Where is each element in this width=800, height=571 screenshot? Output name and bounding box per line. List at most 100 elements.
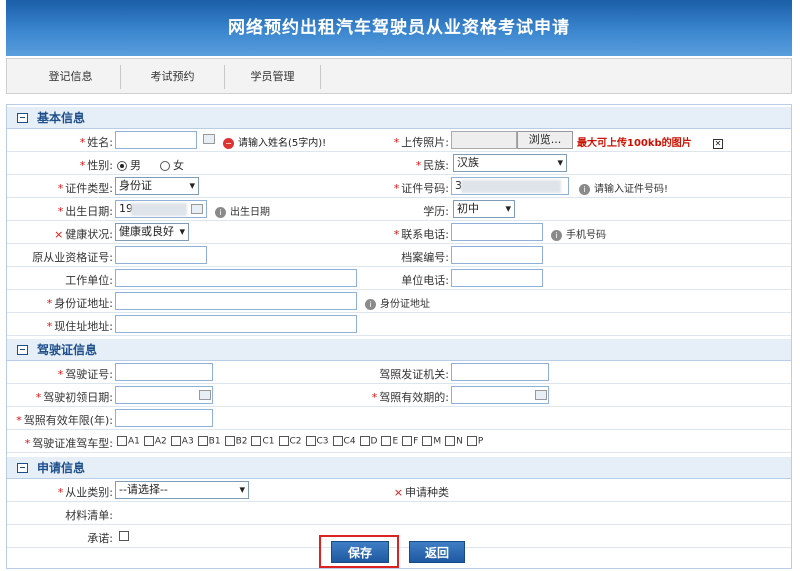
info-icon: i [365,298,376,310]
row-license-years: * 驾照有效年限(年): [7,407,791,430]
workunit-input[interactable] [115,269,357,287]
license-class-checkbox[interactable] [305,435,316,446]
license-class-label: M [433,436,442,446]
upload-hint: 最大可上传100kb的图片 [577,138,692,149]
archive-input[interactable] [451,246,543,264]
gender-radio-group: 男 女 [117,157,184,173]
section-license-info: 驾驶证信息 [7,339,791,361]
apply-type-label: × 申请种类 [393,486,449,499]
oldcert-input[interactable] [115,246,207,264]
license-class-label: C3 [316,436,329,446]
license-class-checkbox[interactable] [224,435,235,446]
license-class-item: B1 [197,435,221,446]
info-icon: i [215,206,226,218]
license-class-label: A2 [154,436,167,446]
collapse-icon[interactable] [17,345,28,355]
license-issuer-input[interactable] [451,363,549,381]
license-class-label: C2 [289,436,302,446]
nav-bar: 登记信息 考试预约 学员管理 [6,58,792,94]
idaddr-label: * 身份证地址: [46,297,113,310]
workunit-label: 工作单位: [65,274,113,287]
unitphone-label: 单位电话: [401,274,449,287]
license-class-checkboxes: A1 A2 A3 B1 B2 C1 C2 C3 C4 D E F M N P [117,435,487,446]
license-class-label: F [413,436,419,446]
row-materials: 材料清单: [7,502,791,525]
license-class-checkbox[interactable] [117,435,127,446]
idtype-select[interactable]: 身份证 [115,177,199,195]
agree-checkbox[interactable] [119,531,129,541]
license-class-item: D [359,435,377,446]
calendar-icon[interactable] [191,204,203,214]
license-class-item: B2 [224,435,248,446]
curaddr-input[interactable] [115,315,357,333]
idaddr-input[interactable] [115,292,357,310]
keyboard-icon[interactable] [203,134,215,144]
collapse-icon[interactable] [17,463,28,473]
license-class-label: * 驾驶证准驾车型: [24,437,113,450]
row-license-no: * 驾驶证号: 驾照发证机关: [7,361,791,384]
license-class-checkbox[interactable] [278,435,289,446]
idno-label: * 证件号码: [393,182,449,195]
license-class-label: E [392,436,399,446]
ethnic-select[interactable]: 汉族 [453,154,567,172]
license-issuer-label: 驾照发证机关: [379,368,449,381]
license-class-label: C1 [262,436,275,446]
license-class-label: B1 [208,436,221,446]
license-class-checkbox[interactable] [170,435,181,446]
section-title: 驾驶证信息 [37,343,98,357]
gender-label: * 性别: [79,159,113,172]
license-class-label: N [456,436,463,446]
oldcert-label: 原从业资格证号: [32,251,113,264]
section-apply-info: 申请信息 [7,457,791,479]
browse-button[interactable]: 浏览... [517,131,573,149]
info-icon: i [551,229,562,241]
row-license-dates: * 驾驶初领日期: * 驾照有效期的: [7,384,791,407]
row-workunit: 工作单位: 单位电话: [7,267,791,290]
tab-exam-booking[interactable]: 考试预约 [121,65,225,89]
back-button[interactable]: 返回 [409,541,465,563]
license-class-checkbox[interactable] [359,435,370,446]
row-birth: * 出生日期: 19 i 出生日期 学历: 初中 [7,198,791,221]
collapse-icon[interactable] [17,113,28,123]
category-select[interactable]: --请选择-- [115,481,249,499]
calendar-icon[interactable] [199,390,211,400]
tab-registration[interactable]: 登记信息 [21,65,121,89]
unitphone-input[interactable] [451,269,543,287]
save-button[interactable]: 保存 [331,541,389,563]
license-class-item: C1 [251,435,275,446]
license-class-checkbox[interactable] [445,435,456,446]
license-class-checkbox[interactable] [422,435,433,446]
license-no-input[interactable] [115,363,213,381]
name-input[interactable] [115,131,197,149]
license-class-checkbox[interactable] [197,435,208,446]
agree-label: 承诺: [87,532,113,545]
upload-path-field[interactable] [451,131,517,149]
license-class-label: A3 [181,436,194,446]
tab-student-management[interactable]: 学员管理 [225,65,321,89]
row-license-class: * 驾驶证准驾车型: A1 A2 A3 B1 B2 C1 C2 C3 C4 D E F M N P [7,430,791,453]
gender-female-radio[interactable] [160,161,170,171]
license-class-checkbox[interactable] [466,435,477,446]
license-years-input[interactable] [115,409,213,427]
row-idtype: *证件类型: 身份证 *证件号码: 3 i请输入证件号码! [7,175,791,198]
license-class-item: M [422,435,442,446]
warning-icon: − [223,137,234,149]
name-label: * 姓名: [79,136,113,149]
license-class-checkbox[interactable] [381,435,392,446]
calendar-icon[interactable] [535,390,547,400]
license-class-checkbox[interactable] [251,435,262,446]
category-label: * 从业类别: [57,486,113,499]
license-class-label: B2 [235,436,248,446]
health-select[interactable]: 健康或良好 [115,223,189,241]
curaddr-label: * 现住址地址: [46,320,113,333]
edu-select[interactable]: 初中 [453,200,515,218]
close-icon[interactable]: ✕ [713,139,723,149]
phone-input[interactable] [451,223,543,241]
license-class-checkbox[interactable] [332,435,343,446]
license-class-item: A3 [170,435,194,446]
license-class-label: C4 [343,436,356,446]
gender-male-radio[interactable] [117,161,127,171]
row-agree: 承诺: [7,525,791,548]
license-class-checkbox[interactable] [402,435,413,446]
license-class-checkbox[interactable] [143,435,154,446]
